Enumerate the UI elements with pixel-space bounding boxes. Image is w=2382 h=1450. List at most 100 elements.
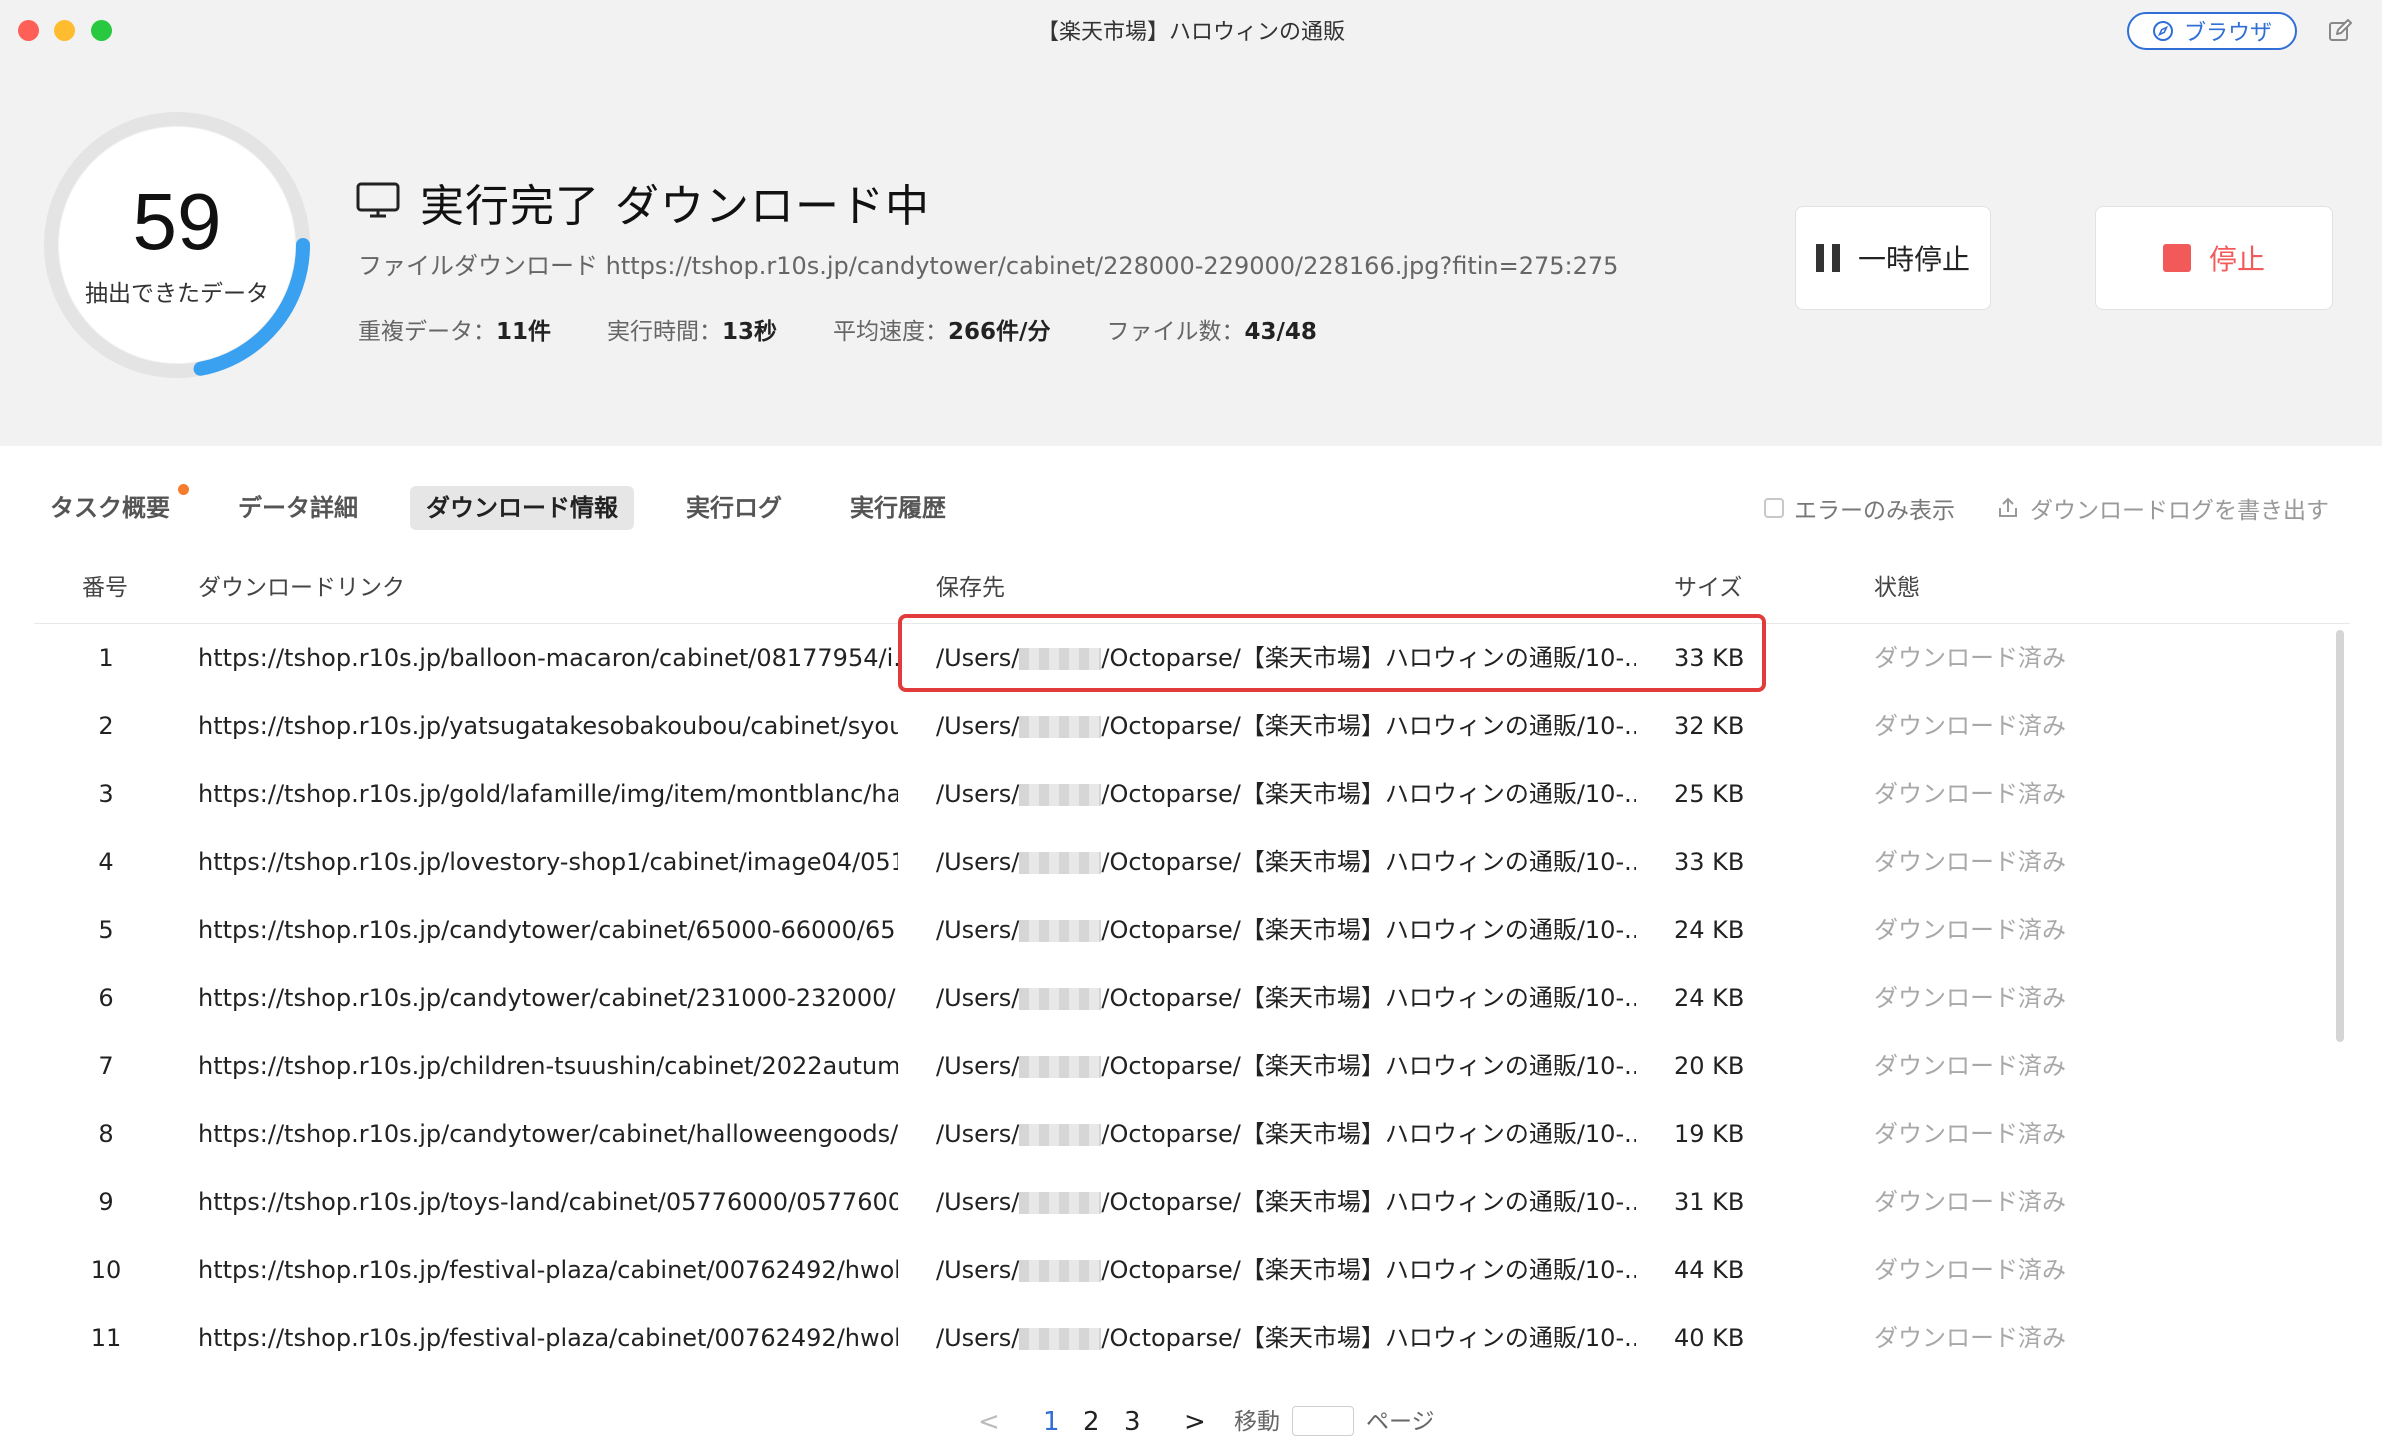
table-row[interactable]: 9 https://tshop.r10s.jp/toys-land/cabinet…: [0, 1168, 2382, 1236]
stat-run-time-value: 13秒: [722, 319, 778, 345]
column-header-status: 状態: [1874, 575, 1920, 601]
row-size: 31 KB: [1674, 1188, 1745, 1216]
save-location-suffix: /Octoparse/【楽天市場】ハロウィンの通販/10-...: [1101, 1052, 1636, 1080]
save-location-suffix: /Octoparse/【楽天市場】ハロウィンの通販/10-...: [1101, 984, 1636, 1012]
stop-button-label: 停止: [2208, 243, 2265, 276]
redacted-username: [1019, 716, 1102, 738]
header-panel: [0, 0, 2382, 446]
save-location-suffix: /Octoparse/【楽天市場】ハロウィンの通販/10-...: [1101, 1324, 1636, 1352]
save-location-prefix: /Users/: [936, 916, 1020, 944]
row-download-link[interactable]: https://tshop.r10s.jp/candytower/cabinet…: [198, 964, 898, 1032]
browser-button[interactable]: ブラウザ: [2127, 12, 2297, 50]
row-download-link[interactable]: https://tshop.r10s.jp/gold/lafamille/img…: [198, 760, 898, 828]
row-download-link[interactable]: https://tshop.r10s.jp/toys-land/cabinet/…: [198, 1168, 898, 1236]
row-save-location: /Users/ /Octoparse/【楽天市場】ハロウィンの通販/10-...: [936, 828, 1636, 896]
row-download-link[interactable]: https://tshop.r10s.jp/yatsugatakesobakou…: [198, 692, 898, 760]
pause-button[interactable]: 一時停止: [1795, 206, 1991, 310]
stop-button[interactable]: 停止: [2095, 206, 2333, 310]
redacted-username: [1019, 920, 1102, 942]
row-download-link[interactable]: https://tshop.r10s.jp/candytower/cabinet…: [198, 896, 898, 964]
pagination-prev-button[interactable]: <: [978, 1400, 1000, 1444]
redacted-username: [1019, 1260, 1102, 1282]
tab-task-overview[interactable]: タスク概要: [34, 486, 186, 530]
stat-file-count-value: 43/48: [1244, 319, 1317, 345]
save-location-prefix: /Users/: [936, 1324, 1020, 1352]
table-row[interactable]: 11 https://tshop.r10s.jp/festival-plaza/c…: [0, 1304, 2382, 1372]
pagination-goto-input[interactable]: [1292, 1406, 1354, 1436]
row-download-link[interactable]: https://tshop.r10s.jp/lovestory-shop1/ca…: [198, 828, 898, 896]
save-location-suffix: /Octoparse/【楽天市場】ハロウィンの通販/10-...: [1101, 1120, 1636, 1148]
save-location-suffix: /Octoparse/【楽天市場】ハロウィンの通販/10-...: [1101, 848, 1636, 876]
window-title: 【楽天市場】ハロウィンの通販: [1036, 20, 1345, 45]
table-row[interactable]: 2 https://tshop.r10s.jp/yatsugatakesobako…: [0, 692, 2382, 760]
tab-run-log[interactable]: 実行ログ: [670, 486, 798, 530]
row-number: 11: [90, 1324, 122, 1352]
error-only-label: エラーのみ表示: [1794, 498, 1955, 524]
save-location-prefix: /Users/: [936, 1188, 1020, 1216]
save-location-suffix: /Octoparse/【楽天市場】ハロウィンの通販/10-...: [1101, 916, 1636, 944]
tab-data-details[interactable]: データ詳細: [222, 486, 374, 530]
row-number: 10: [90, 1256, 122, 1284]
pagination-page-2[interactable]: 2: [1083, 1400, 1100, 1444]
row-save-location: /Users/ /Octoparse/【楽天市場】ハロウィンの通販/10-...: [936, 760, 1636, 828]
row-save-location: /Users/ /Octoparse/【楽天市場】ハロウィンの通販/10-...: [936, 896, 1636, 964]
stat-run-time: 実行時間：13秒: [607, 312, 777, 346]
row-download-link[interactable]: https://tshop.r10s.jp/candytower/cabinet…: [198, 1100, 898, 1168]
pagination-next-button[interactable]: >: [1184, 1400, 1206, 1444]
pagination-page-unit-label: ページ: [1366, 1409, 1435, 1435]
stat-average-speed-label: 平均速度：: [833, 319, 949, 345]
stat-average-speed: 平均速度：266件/分: [833, 312, 1050, 346]
stop-icon: [2162, 244, 2191, 272]
table-row[interactable]: 10 https://tshop.r10s.jp/festival-plaza/c…: [0, 1236, 2382, 1304]
redacted-username: [1019, 988, 1102, 1010]
stat-file-count: ファイル数：43/48: [1106, 312, 1316, 346]
table-scrollbar[interactable]: [2336, 630, 2344, 1042]
row-size: 44 KB: [1674, 1256, 1745, 1284]
redacted-username: [1019, 1056, 1102, 1078]
table-row[interactable]: 5 https://tshop.r10s.jp/candytower/cabine…: [0, 896, 2382, 964]
column-header-save-location: 保存先: [936, 575, 1005, 601]
error-only-filter[interactable]: エラーのみ表示: [1764, 486, 1955, 530]
save-location-prefix: /Users/: [936, 712, 1020, 740]
redacted-username: [1019, 852, 1102, 874]
pagination-page-1[interactable]: 1: [1043, 1400, 1060, 1444]
row-number: 5: [98, 916, 114, 944]
row-status: ダウンロード済み: [1874, 984, 2066, 1012]
error-only-checkbox[interactable]: [1764, 498, 1784, 518]
run-status-title: 実行完了 ダウンロード中: [420, 181, 930, 232]
row-number: 4: [98, 848, 114, 876]
export-icon: [1999, 497, 2017, 517]
monitor-icon: [356, 182, 400, 218]
row-save-location: /Users/ /Octoparse/【楽天市場】ハロウィンの通販/10-...: [936, 692, 1636, 760]
compass-icon: [2152, 21, 2173, 41]
table-row[interactable]: 4 https://tshop.r10s.jp/lovestory-shop1/c…: [0, 828, 2382, 896]
stat-duplicates-label: 重複データ：: [358, 319, 496, 345]
row-status: ダウンロード済み: [1874, 712, 2066, 740]
tab-run-history[interactable]: 実行履歴: [834, 486, 962, 530]
row-download-link[interactable]: https://tshop.r10s.jp/balloon-macaron/ca…: [198, 624, 898, 692]
table-row[interactable]: 3 https://tshop.r10s.jp/gold/lafamille/im…: [0, 760, 2382, 828]
row-status: ダウンロード済み: [1874, 644, 2066, 672]
save-location-suffix: /Octoparse/【楽天市場】ハロウィンの通販/10-...: [1101, 712, 1636, 740]
run-stats: 重複データ：11件 実行時間：13秒 平均速度：266件/分 ファイル数：43/…: [358, 312, 1373, 346]
table-row[interactable]: 6 https://tshop.r10s.jp/candytower/cabine…: [0, 964, 2382, 1032]
save-location-prefix: /Users/: [936, 1256, 1020, 1284]
pagination-page-3[interactable]: 3: [1124, 1400, 1141, 1444]
column-header-size: サイズ: [1674, 575, 1743, 601]
row-size: 19 KB: [1674, 1120, 1745, 1148]
export-download-log-label: ダウンロードログを書き出す: [2030, 498, 2329, 524]
row-download-link[interactable]: https://tshop.r10s.jp/festival-plaza/cab…: [198, 1304, 898, 1372]
table-row[interactable]: 7 https://tshop.r10s.jp/children-tsuushin…: [0, 1032, 2382, 1100]
export-download-log-button[interactable]: ダウンロードログを書き出す: [1996, 486, 2329, 530]
edit-icon[interactable]: [2327, 18, 2353, 44]
row-number: 9: [98, 1188, 114, 1216]
table-row[interactable]: 8 https://tshop.r10s.jp/candytower/cabine…: [0, 1100, 2382, 1168]
save-location-prefix: /Users/: [936, 1120, 1020, 1148]
row-download-link[interactable]: https://tshop.r10s.jp/festival-plaza/cab…: [198, 1236, 898, 1304]
tab-download-info[interactable]: ダウンロード情報: [410, 486, 634, 530]
pagination-goto-label: 移動: [1234, 1409, 1280, 1435]
row-size: 24 KB: [1674, 984, 1745, 1012]
save-location-suffix: /Octoparse/【楽天市場】ハロウィンの通販/10-...: [1101, 780, 1636, 808]
redacted-username: [1019, 1328, 1102, 1350]
row-download-link[interactable]: https://tshop.r10s.jp/children-tsuushin/…: [198, 1032, 898, 1100]
